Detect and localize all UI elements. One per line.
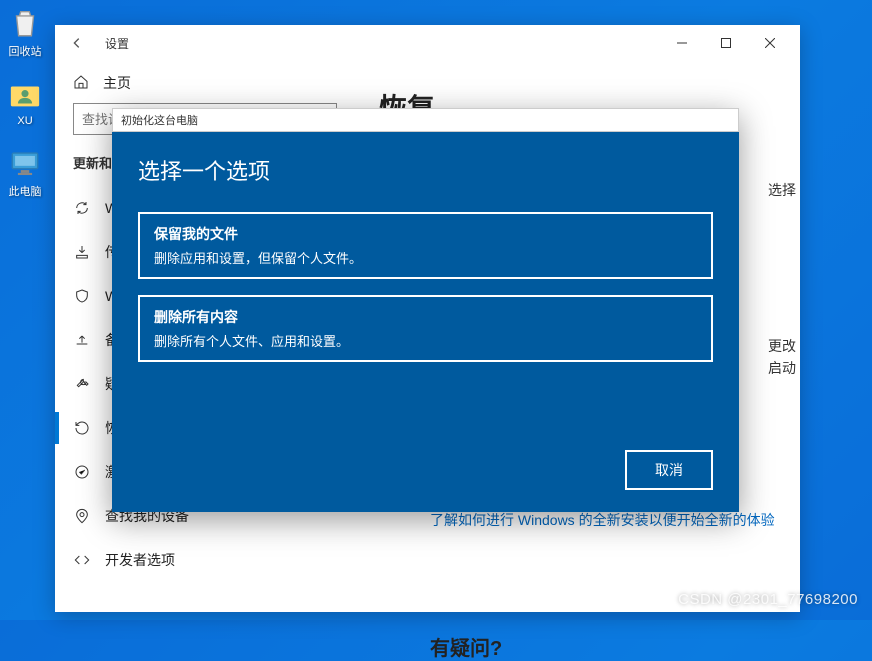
desktop-icon-label: 回收站 — [9, 43, 42, 59]
option-desc: 删除所有个人文件、应用和设置。 — [154, 331, 697, 350]
sidebar-item-developer[interactable]: 开发者选项 — [73, 538, 337, 582]
dialog-body: 选择一个选项 保留我的文件 删除应用和设置，但保留个人文件。 删除所有内容 删除… — [112, 132, 739, 512]
sidebar-home-label: 主页 — [103, 73, 131, 93]
sidebar-item-label: 开发者选项 — [105, 550, 175, 570]
troubleshoot-icon — [73, 375, 91, 393]
option-title: 保留我的文件 — [154, 224, 697, 244]
desktop-icon-recycle-bin[interactable]: 回收站 — [2, 5, 48, 59]
maximize-button[interactable] — [704, 29, 748, 57]
minimize-button[interactable] — [660, 29, 704, 57]
desktop-icon-this-pc[interactable]: 此电脑 — [2, 145, 48, 199]
option-title: 删除所有内容 — [154, 307, 697, 327]
sync-icon — [73, 199, 91, 217]
backup-icon — [73, 331, 91, 349]
desktop-icon-user-folder[interactable]: XU — [2, 77, 48, 127]
this-pc-icon — [7, 145, 43, 181]
home-icon — [73, 74, 91, 92]
partial-text: 更改 — [768, 335, 796, 357]
dialog-titlebar: 初始化这台电脑 — [112, 108, 739, 132]
desktop-icon-label: XU — [17, 115, 32, 127]
option-remove-everything[interactable]: 删除所有内容 删除所有个人文件、应用和设置。 — [138, 295, 713, 362]
sidebar-home[interactable]: 主页 — [73, 61, 337, 103]
option-desc: 删除应用和设置，但保留个人文件。 — [154, 248, 697, 267]
desktop-icon-label: 此电脑 — [9, 183, 42, 199]
option-keep-files[interactable]: 保留我的文件 删除应用和设置，但保留个人文件。 — [138, 212, 713, 279]
desktop-icons: 回收站 XU 此电脑 — [0, 0, 50, 222]
developer-icon — [73, 551, 91, 569]
cancel-button[interactable]: 取消 — [625, 450, 713, 490]
recycle-bin-icon — [7, 5, 43, 41]
activation-icon — [73, 463, 91, 481]
back-button[interactable] — [63, 29, 91, 57]
reset-pc-dialog: 初始化这台电脑 选择一个选项 保留我的文件 删除应用和设置，但保留个人文件。 删… — [112, 108, 739, 512]
window-title: 设置 — [105, 35, 129, 52]
fresh-install-link[interactable]: 了解如何进行 Windows 的全新安装以便开始全新的体验 — [430, 510, 775, 530]
user-folder-icon — [7, 77, 43, 113]
dialog-heading: 选择一个选项 — [138, 154, 713, 186]
close-button[interactable] — [748, 29, 792, 57]
find-device-icon — [73, 507, 91, 525]
partial-text: 启动 — [768, 357, 796, 379]
window-titlebar: 设置 — [55, 25, 800, 61]
partial-text: 选择 — [768, 179, 796, 201]
watermark: CSDN @2301_77698200 — [678, 591, 858, 608]
delivery-icon — [73, 243, 91, 261]
shield-icon — [73, 287, 91, 305]
dialog-title: 初始化这台电脑 — [121, 112, 198, 128]
recovery-icon — [73, 419, 91, 437]
